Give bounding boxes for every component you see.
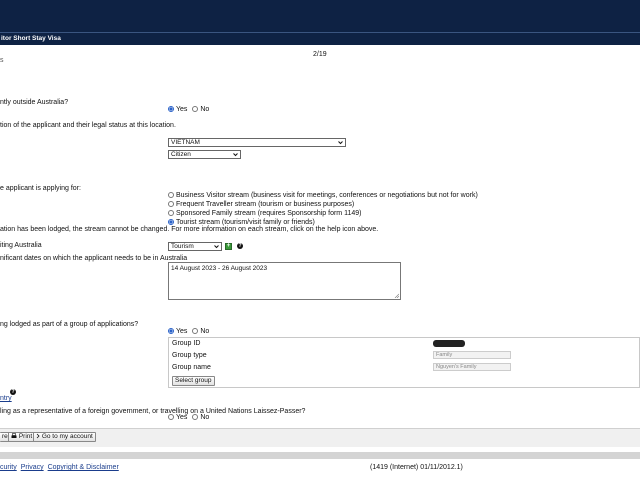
outside-australia-label: ntly outside Australia? (0, 99, 69, 106)
representative-radios: Yes No (168, 414, 209, 421)
stream-option-tourist[interactable]: Tourist stream (tourism/visit family or … (168, 219, 315, 226)
go-to-account-button[interactable]: Go to my account (33, 432, 96, 442)
group-yes-radio[interactable] (168, 328, 174, 334)
group-id-redacted (433, 340, 465, 347)
add-icon[interactable]: + (225, 243, 232, 250)
legal-status-select[interactable]: Citizen (168, 150, 241, 159)
group-no-radio[interactable] (192, 328, 199, 334)
help-icon[interactable]: ? (237, 243, 243, 249)
group-name-field: Nguyen's Family (433, 363, 511, 371)
chevron-down-icon (233, 153, 238, 157)
stream-frequent-radio[interactable] (168, 201, 174, 207)
stream-label: e applicant is applying for: (0, 185, 81, 192)
group-type-field: Family (433, 351, 511, 359)
group-name-label: Group name (172, 364, 211, 371)
version-info: (1419 (Internet) 01/11/2012.1) (370, 464, 463, 471)
country-select[interactable]: VIETNAM (168, 138, 346, 147)
country-link[interactable]: ntry (0, 395, 12, 402)
top-banner (0, 0, 640, 32)
stream-option-sponsored[interactable]: Sponsored Family stream (requires Sponso… (168, 210, 361, 217)
location-label: tion of the applicant and their legal st… (0, 122, 176, 129)
stream-sponsored-radio[interactable] (168, 210, 174, 216)
representative-yes-radio[interactable] (168, 414, 174, 420)
button-bar (0, 428, 640, 447)
chevron-right-icon (36, 433, 40, 439)
stream-option-business[interactable]: Business Visitor stream (business visit … (168, 192, 478, 199)
outside-australia-radios: Yes No (168, 106, 209, 113)
footer-links: curity Privacy Copyright & Disclaimer (0, 464, 119, 471)
stream-note: ation has been lodged, the stream cannot… (0, 226, 379, 233)
footer-link-privacy[interactable]: Privacy (21, 464, 44, 471)
print-button[interactable]: Print (8, 432, 36, 442)
resize-grip-icon[interactable] (394, 293, 399, 298)
left-stub: s (0, 57, 4, 64)
stream-tourist-radio[interactable] (168, 219, 174, 225)
stream-business-radio[interactable] (168, 192, 174, 198)
group-details-box: Group ID Group type Family Group name Ng… (168, 337, 640, 388)
group-radios: Yes No (168, 328, 209, 335)
printer-icon (11, 433, 17, 438)
footer-link-security[interactable]: curity (0, 464, 17, 471)
outside-australia-no-radio[interactable] (192, 106, 199, 112)
chevron-down-icon (214, 245, 219, 249)
representative-label: ling as a representative of a foreign go… (0, 408, 306, 415)
page-title-bar: itor Short Stay Visa (0, 32, 640, 45)
group-id-label: Group ID (172, 340, 201, 347)
stream-option-frequent[interactable]: Frequent Traveller stream (tourism or bu… (168, 201, 354, 208)
group-type-label: Group type (172, 352, 207, 359)
page-counter: 2/19 (313, 51, 327, 58)
dates-label: nificant dates on which the applicant ne… (0, 255, 188, 262)
dates-textarea[interactable]: 14 August 2023 - 26 August 2023 (168, 262, 401, 300)
reason-label: iting Australia (0, 242, 42, 249)
outside-australia-yes-radio[interactable] (168, 106, 174, 112)
reason-select[interactable]: Tourism (168, 242, 222, 251)
chevron-down-icon (338, 141, 343, 145)
footer-divider (0, 452, 640, 459)
page-title: itor Short Stay Visa (1, 35, 61, 42)
representative-no-radio[interactable] (192, 414, 199, 420)
select-group-button[interactable]: Select group (172, 376, 215, 386)
group-label: ng lodged as part of a group of applicat… (0, 321, 139, 328)
footer-link-copyright[interactable]: Copyright & Disclaimer (48, 464, 119, 471)
